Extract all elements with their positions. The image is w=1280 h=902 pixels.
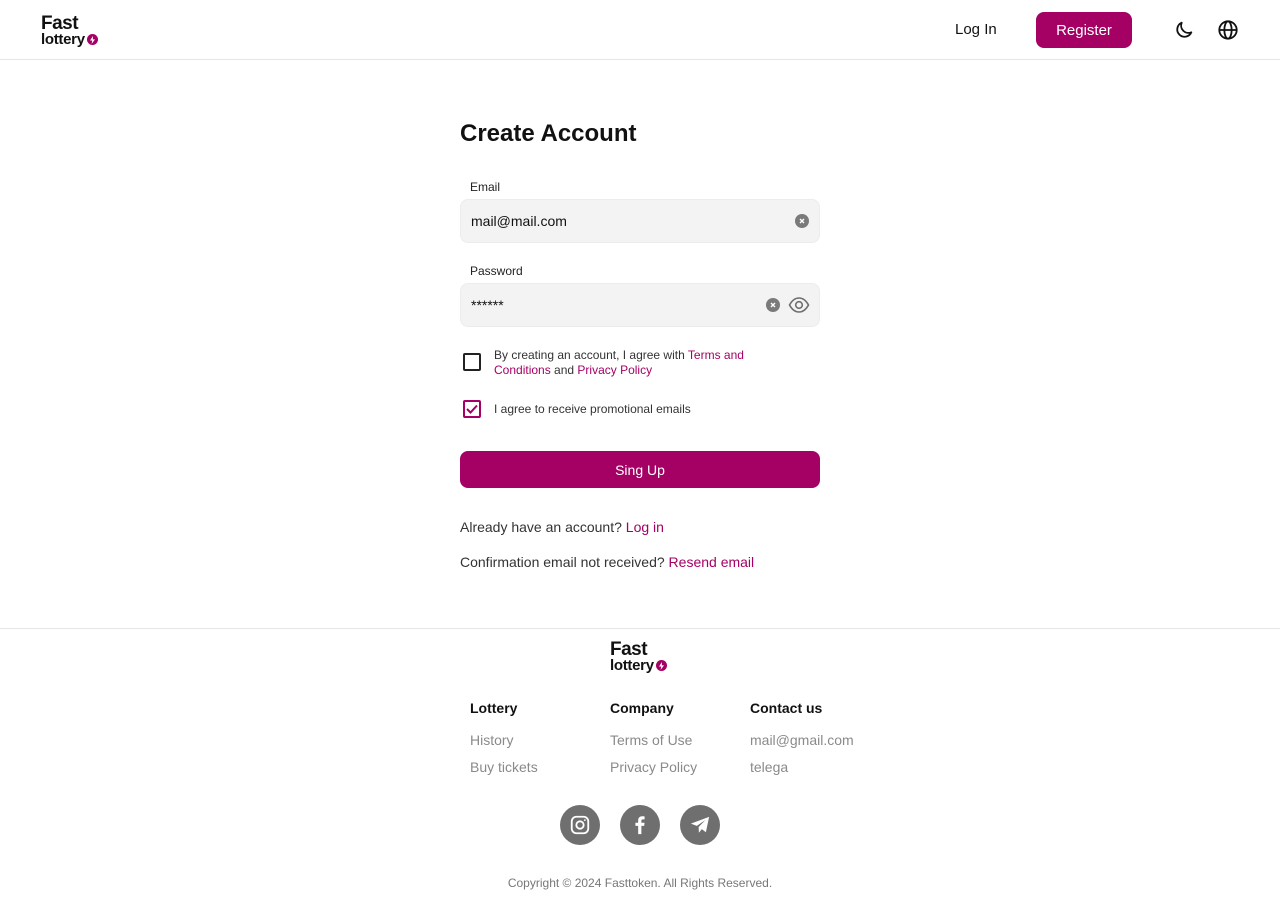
footer-link-privacy[interactable]: Privacy Policy — [610, 759, 697, 775]
signup-button[interactable]: Sing Up — [460, 451, 820, 488]
bolt-icon — [655, 660, 667, 671]
footer-heading-company: Company — [610, 700, 674, 716]
clear-password-icon[interactable] — [766, 298, 780, 312]
footer-divider — [0, 628, 1280, 629]
register-button[interactable]: Register — [1036, 12, 1132, 48]
login-link[interactable]: Log in — [626, 519, 664, 535]
footer-logo[interactable]: Fast lottery — [610, 640, 667, 673]
top-header: Fast lottery Log In Register — [0, 0, 1280, 60]
footer-link-email[interactable]: mail@gmail.com — [750, 732, 854, 748]
email-value: mail@mail.com — [471, 213, 567, 229]
footer-link-buy-tickets[interactable]: Buy tickets — [470, 759, 538, 775]
promo-label: I agree to receive promotional emails — [494, 402, 691, 416]
globe-icon[interactable] — [1216, 18, 1240, 42]
eye-icon[interactable] — [788, 296, 810, 319]
footer-link-telega[interactable]: telega — [750, 759, 788, 775]
terms-text: By creating an account, I agree with Ter… — [494, 348, 744, 377]
check-icon — [466, 404, 478, 414]
email-field[interactable]: mail@mail.com — [460, 199, 820, 243]
email-label: Email — [470, 180, 501, 194]
footer-heading-contact: Contact us — [750, 700, 823, 716]
footer-link-history[interactable]: History — [470, 732, 514, 748]
copyright: Copyright © 2024 Fasttoken. All Rights R… — [507, 876, 773, 890]
footer-heading-lottery: Lottery — [470, 700, 518, 716]
password-label: Password — [470, 264, 523, 278]
moon-icon[interactable] — [1172, 18, 1196, 42]
terms-checkbox[interactable] — [463, 353, 481, 371]
facebook-icon[interactable] — [620, 805, 660, 845]
resend-email-link[interactable]: Resend email — [669, 554, 755, 570]
have-account-line: Already have an account? Log in — [460, 519, 664, 535]
bolt-icon — [86, 34, 98, 45]
promo-checkbox[interactable] — [463, 400, 481, 418]
password-field[interactable]: ****** — [460, 283, 820, 327]
password-value: ****** — [471, 297, 504, 313]
footer-link-terms[interactable]: Terms of Use — [610, 732, 692, 748]
clear-email-icon[interactable] — [795, 214, 809, 228]
brand-logo-line2: lottery — [41, 31, 85, 48]
brand-logo[interactable]: Fast lottery — [41, 14, 98, 47]
telegram-icon[interactable] — [680, 805, 720, 845]
confirm-line: Confirmation email not received? Resend … — [460, 554, 755, 570]
header-login-link[interactable]: Log In — [955, 21, 997, 38]
page-title: Create Account — [460, 120, 637, 147]
privacy-link[interactable]: Privacy Policy — [577, 363, 652, 377]
instagram-icon[interactable] — [560, 805, 600, 845]
